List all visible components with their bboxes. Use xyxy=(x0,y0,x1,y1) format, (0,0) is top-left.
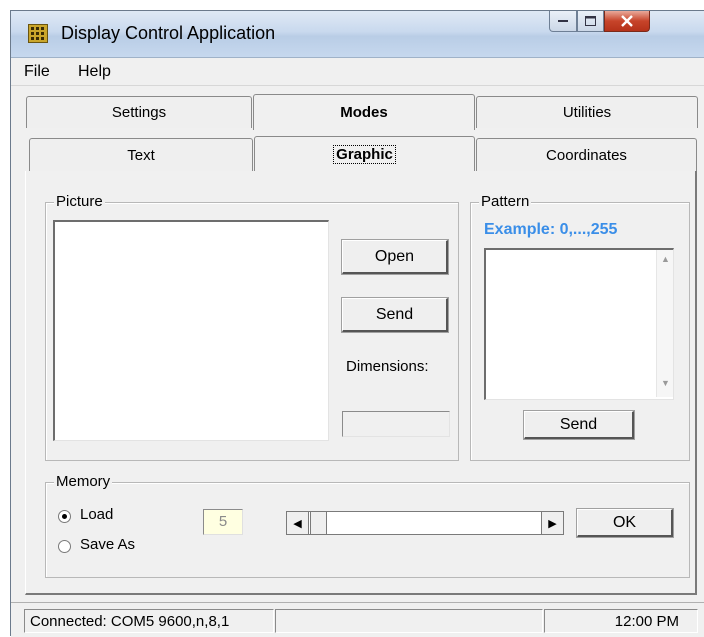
pattern-group: Pattern Example: 0,...,255 ▲ ▼ Send xyxy=(470,193,690,461)
tab-utilities-label: Utilities xyxy=(562,104,612,121)
radio-selected-dot xyxy=(62,514,67,519)
save-as-radio[interactable] xyxy=(58,540,71,553)
save-as-label[interactable]: Save As xyxy=(80,536,135,553)
tab-coordinates[interactable]: Coordinates xyxy=(476,138,697,171)
app-grid-icon xyxy=(28,24,48,43)
minimize-icon xyxy=(558,20,568,22)
load-label[interactable]: Load xyxy=(80,506,113,523)
load-radio[interactable] xyxy=(58,510,71,523)
pattern-send-button-label: Send xyxy=(559,415,598,433)
status-time: 12:00 PM xyxy=(544,609,698,633)
tab-settings[interactable]: Settings xyxy=(26,96,252,128)
dimensions-field xyxy=(342,411,450,437)
title-bar[interactable]: Display Control Application xyxy=(11,11,704,58)
pattern-group-label: Pattern xyxy=(479,193,532,210)
tab-text[interactable]: Text xyxy=(29,138,253,171)
open-button[interactable]: Open xyxy=(341,239,449,275)
open-button-label: Open xyxy=(374,247,415,265)
memory-slot-field: 5 xyxy=(203,509,243,535)
menu-bar: File Help xyxy=(11,58,704,86)
close-button[interactable] xyxy=(604,11,650,32)
status-middle xyxy=(275,609,543,633)
graphic-panel: Picture Open Send Dimensions: Pattern Ex… xyxy=(25,171,697,595)
window-title: Display Control Application xyxy=(61,23,276,43)
dimensions-label: Dimensions: xyxy=(346,358,429,375)
status-bar: Connected: COM5 9600,n,8,1 12:00 PM xyxy=(11,602,704,637)
tab-modes[interactable]: Modes xyxy=(253,94,475,130)
pattern-example: Example: 0,...,255 xyxy=(484,221,618,238)
slider-thumb[interactable] xyxy=(310,512,327,534)
app-window: Display Control Application File Help Se… xyxy=(10,10,704,637)
status-connection: Connected: COM5 9600,n,8,1 xyxy=(24,609,274,633)
picture-group-label: Picture xyxy=(54,193,105,210)
tab-text-label: Text xyxy=(127,146,155,164)
menu-file[interactable]: File xyxy=(24,63,50,81)
minimize-button[interactable] xyxy=(549,11,577,32)
tab-modes-label: Modes xyxy=(340,104,388,121)
maximize-icon xyxy=(585,16,596,26)
maximize-button[interactable] xyxy=(577,11,604,32)
tab-settings-label: Settings xyxy=(111,104,167,121)
pattern-textarea[interactable]: ▲ ▼ xyxy=(484,248,674,400)
tab-graphic[interactable]: Graphic xyxy=(254,136,475,172)
tab-graphic-label: Graphic xyxy=(333,145,396,164)
scroll-right-icon[interactable]: ▶ xyxy=(541,512,563,534)
scroll-up-icon[interactable]: ▲ xyxy=(661,254,670,264)
pattern-vscrollbar[interactable]: ▲ ▼ xyxy=(656,250,673,397)
scroll-left-icon[interactable]: ◀ xyxy=(287,512,309,534)
close-icon xyxy=(621,15,633,27)
picture-group: Picture Open Send Dimensions: xyxy=(45,193,459,461)
memory-slot-slider[interactable]: ◀ ▶ xyxy=(286,511,564,535)
memory-group: Memory Load Save As 5 ◀ ▶ OK xyxy=(45,473,690,578)
ok-button[interactable]: OK xyxy=(576,508,674,538)
memory-group-label: Memory xyxy=(54,473,113,490)
picture-preview xyxy=(53,220,329,441)
ok-button-label: OK xyxy=(612,513,637,531)
picture-send-button[interactable]: Send xyxy=(341,297,449,333)
pattern-send-button[interactable]: Send xyxy=(523,410,635,440)
tab-coordinates-label: Coordinates xyxy=(546,146,627,164)
picture-send-button-label: Send xyxy=(375,305,414,323)
tab-utilities[interactable]: Utilities xyxy=(476,96,698,128)
scroll-down-icon[interactable]: ▼ xyxy=(661,378,670,388)
menu-help[interactable]: Help xyxy=(78,63,111,81)
